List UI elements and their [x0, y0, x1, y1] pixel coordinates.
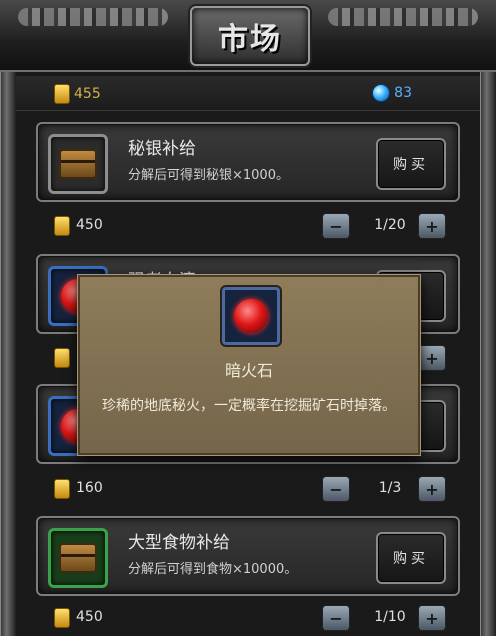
price-row: 450 − 1/20 + — [36, 208, 460, 244]
quantity-plus-button[interactable]: + — [418, 476, 446, 502]
chain-ornament-right — [328, 8, 478, 26]
quantity-value: 1/20 — [374, 217, 406, 233]
tooltip-item-name: 暗火石 — [224, 361, 273, 380]
item-price: 450 — [76, 217, 103, 233]
gold-coin-icon — [54, 216, 70, 236]
quantity-minus-button[interactable]: − — [322, 213, 350, 239]
price-row: 160 − 1/3 + — [36, 471, 460, 507]
gold-balance: 455 — [54, 84, 101, 104]
price-row: 450 − 1/10 + — [36, 600, 460, 636]
red-stone-icon — [234, 299, 268, 333]
item-icon-frame — [48, 528, 108, 588]
quantity-plus-button[interactable]: + — [418, 605, 446, 631]
right-frame — [480, 0, 496, 636]
quantity-value: 1/10 — [374, 609, 406, 625]
buy-button[interactable]: 购买 — [376, 532, 446, 584]
quantity-minus-button[interactable]: − — [322, 476, 350, 502]
gold-coin-icon — [54, 84, 70, 104]
buy-button[interactable]: 购买 — [376, 138, 446, 190]
item-price: 450 — [76, 609, 103, 625]
item-description: 分解后可得到秘银×1000。 — [128, 168, 289, 183]
item-card-mithril-supply: 秘银补给 分解后可得到秘银×1000。 购买 — [36, 122, 460, 202]
item-card-large-food-supply: 大型食物补给 分解后可得到食物×10000。 购买 — [36, 516, 460, 596]
page-title: 市场 — [218, 22, 282, 57]
item-tooltip: 暗火石 珍稀的地底秘火，一定概率在挖掘矿石时掉落。 — [78, 275, 420, 455]
gem-icon — [372, 84, 391, 102]
chest-icon — [59, 543, 97, 573]
item-description: 分解后可得到食物×10000。 — [128, 562, 298, 577]
item-price: 160 — [76, 480, 103, 496]
item-icon-frame — [48, 134, 108, 194]
quantity-plus-button[interactable]: + — [418, 213, 446, 239]
gold-coin-icon — [54, 479, 70, 499]
title-plate: 市场 — [190, 6, 310, 66]
gem-balance: 83 — [372, 84, 412, 102]
currency-bar: 455 83 — [16, 76, 480, 111]
chain-ornament-left — [18, 8, 168, 26]
gem-amount: 83 — [394, 85, 412, 101]
chest-icon — [59, 149, 97, 179]
tooltip-description: 珍稀的地底秘火，一定概率在挖掘矿石时掉落。 — [102, 398, 396, 414]
left-frame — [0, 0, 16, 636]
quantity-minus-button[interactable]: − — [322, 605, 350, 631]
item-name: 秘银补给 — [128, 139, 196, 159]
gold-coin-icon — [54, 608, 70, 628]
quantity-plus-button[interactable]: + — [418, 345, 446, 371]
tooltip-icon-frame — [222, 287, 280, 345]
quantity-value: 1/3 — [378, 480, 402, 496]
gold-amount: 455 — [74, 86, 101, 102]
gold-coin-icon — [54, 348, 70, 368]
item-name: 大型食物补给 — [128, 533, 230, 553]
header: 市场 — [0, 0, 496, 72]
